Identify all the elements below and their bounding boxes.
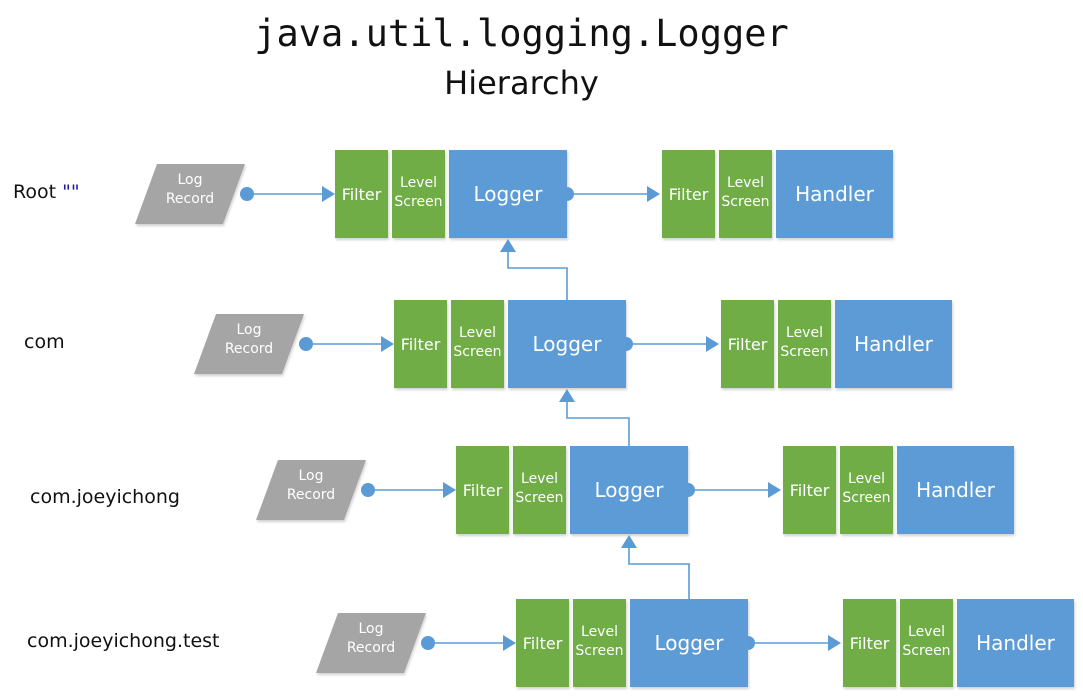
logger-level-label-line1: Level — [521, 471, 558, 487]
logger-row: Log Record Filter Level Screen Logger Filter Le… — [135, 150, 893, 238]
handler-level-label-line2: Screen — [721, 194, 769, 210]
logger-filter-label: Filter — [342, 185, 382, 204]
parent-connector-line — [507, 250, 568, 300]
record-arrow-head — [381, 336, 394, 352]
handler-level-label-line2: Screen — [780, 344, 828, 360]
logger-level-label-line2: Screen — [575, 643, 623, 659]
logger-level-label-line2: Screen — [515, 490, 563, 506]
logger-label: Logger — [474, 182, 544, 206]
logger-level-label-line2: Screen — [453, 344, 501, 360]
logger-filter-label: Filter — [463, 481, 503, 500]
logger-level-label-line1: Level — [400, 175, 437, 191]
handler-filter-label: Filter — [728, 335, 768, 354]
record-arrow-head — [322, 186, 335, 202]
hierarchy-diagram: Log Record Filter Level Screen Logger Filter Le… — [135, 150, 1074, 687]
log-record-label-line2: Record — [287, 487, 335, 503]
handler-arrow-head — [768, 482, 781, 498]
handler-label: Handler — [854, 332, 934, 356]
logger-label: Logger — [655, 631, 725, 655]
handler-label: Handler — [795, 182, 875, 206]
parent-connector-line — [628, 546, 690, 599]
handler-arrow-head — [706, 336, 719, 352]
logger-filter-label: Filter — [401, 335, 441, 354]
logger-label: Logger — [533, 332, 603, 356]
parent-connector-arrow — [559, 389, 575, 402]
logger-label: Logger — [595, 478, 665, 502]
parent-connector-arrow — [500, 239, 516, 252]
handler-level-label-line2: Screen — [902, 643, 950, 659]
handler-level-label-line1: Level — [727, 175, 764, 191]
handler-filter-label: Filter — [850, 634, 890, 653]
log-record-label-line1: Log — [358, 621, 383, 637]
handler-arrow-head — [647, 186, 660, 202]
log-record-label-line1: Log — [298, 468, 323, 484]
log-record-label-line2: Record — [166, 191, 214, 207]
handler-arrow-head — [828, 635, 841, 651]
handler-filter-label: Filter — [790, 481, 830, 500]
handler-filter-label: Filter — [669, 185, 709, 204]
handler-level-label-line1: Level — [848, 471, 885, 487]
logger-level-label-line2: Screen — [394, 194, 442, 210]
handler-level-label-line1: Level — [908, 624, 945, 640]
record-arrow-head — [503, 635, 516, 651]
logger-row: Log Record Filter Level Screen Logger Filter Le… — [194, 239, 952, 388]
handler-level-label-line1: Level — [786, 325, 823, 341]
logger-level-label-line1: Level — [459, 325, 496, 341]
log-record-label-line2: Record — [225, 341, 273, 357]
log-record-label-line2: Record — [347, 640, 395, 656]
parent-connector-arrow — [621, 535, 637, 548]
logger-level-label-line1: Level — [581, 624, 618, 640]
parent-connector-line — [566, 400, 630, 446]
log-record-label-line1: Log — [177, 172, 202, 188]
record-arrow-head — [443, 482, 456, 498]
logger-row: Log Record Filter Level Screen Logger Filter Le… — [256, 389, 1014, 534]
handler-label: Handler — [976, 631, 1056, 655]
logger-row: Log Record Filter Level Screen Logger Filter Le… — [316, 535, 1074, 687]
logger-filter-label: Filter — [523, 634, 563, 653]
handler-label: Handler — [916, 478, 996, 502]
handler-level-label-line2: Screen — [842, 490, 890, 506]
log-record-label-line1: Log — [236, 322, 261, 338]
